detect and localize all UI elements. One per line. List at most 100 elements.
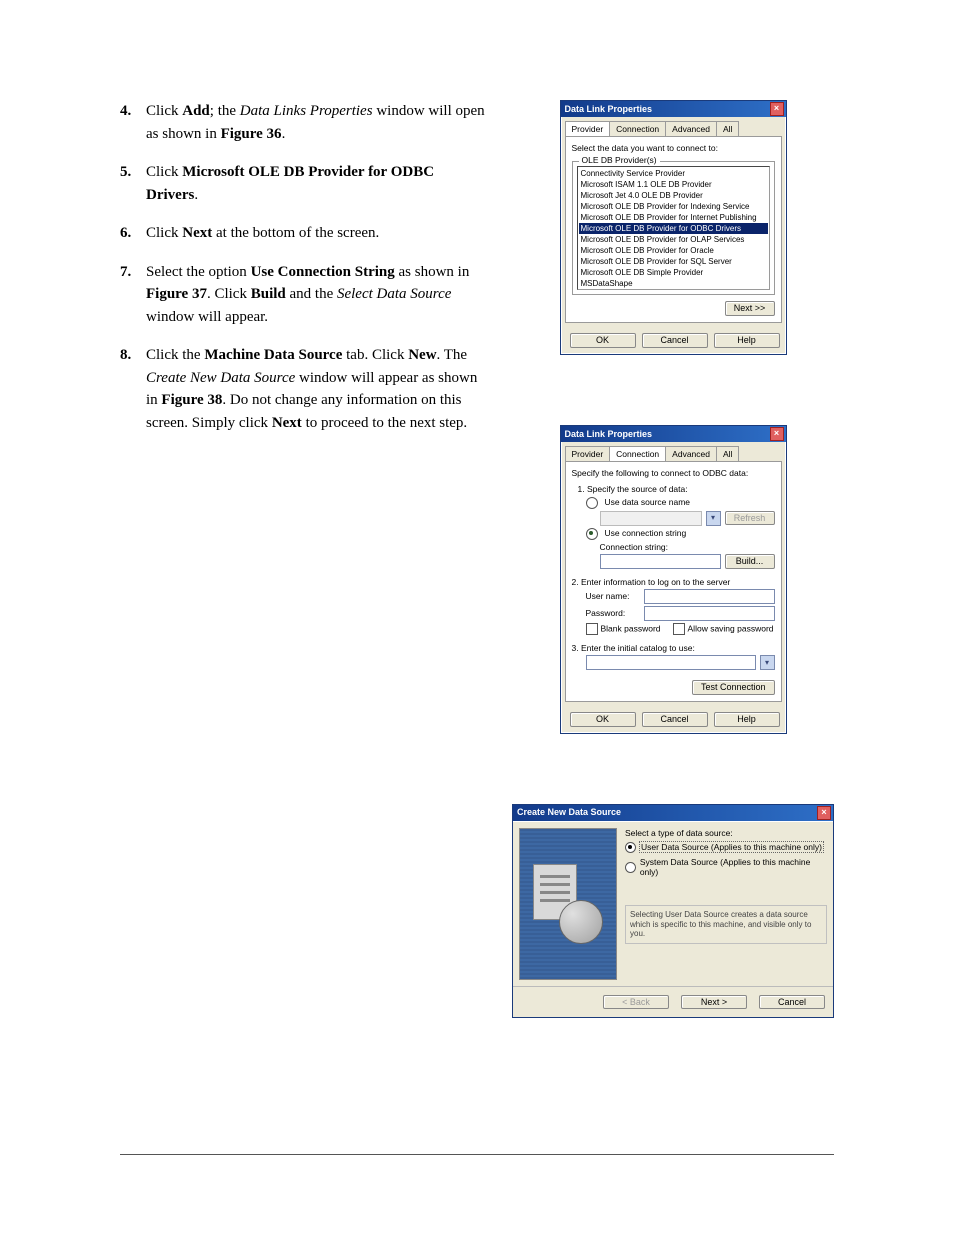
- footer-rule: [120, 1154, 834, 1155]
- use-connection-string-radio-row[interactable]: Use connection string: [572, 528, 775, 540]
- use-dsn-label: Use data source name: [605, 497, 691, 507]
- chevron-down-icon: ▾: [706, 511, 721, 526]
- chevron-down-icon[interactable]: ▾: [760, 655, 775, 670]
- refresh-button: Refresh: [725, 511, 775, 526]
- screenshot-column: Data Link Properties × ProviderConnectio…: [512, 100, 834, 1018]
- tab-provider[interactable]: Provider: [565, 121, 611, 136]
- create-new-data-source-dialog: Create New Data Source × Select a type o…: [512, 804, 834, 1019]
- ok-button[interactable]: OK: [570, 712, 636, 727]
- close-icon[interactable]: ×: [770, 102, 784, 116]
- provider-list-item[interactable]: Microsoft ISAM 1.1 OLE DB Provider: [579, 179, 768, 190]
- tab-connection[interactable]: Connection: [609, 121, 666, 136]
- blank-password-checkbox[interactable]: Blank password: [586, 623, 661, 635]
- radio-icon: [625, 842, 636, 853]
- tab-advanced[interactable]: Advanced: [665, 121, 717, 136]
- instruction-column: 4.Click Add; the Data Links Properties w…: [120, 100, 488, 450]
- provider-listbox[interactable]: Connectivity Service ProviderMicrosoft I…: [577, 166, 770, 290]
- tab-provider[interactable]: Provider: [565, 446, 611, 461]
- connection-string-label: Connection string:: [572, 542, 775, 552]
- step-number: 8.: [120, 344, 146, 367]
- system-data-source-label: System Data Source (Applies to this mach…: [640, 857, 827, 877]
- provider-list-item[interactable]: Connectivity Service Provider: [579, 168, 768, 179]
- section-1-label: 1. Specify the source of data:: [578, 484, 775, 494]
- help-button[interactable]: Help: [714, 333, 780, 348]
- step-number: 4.: [120, 100, 146, 123]
- help-button[interactable]: Help: [714, 712, 780, 727]
- dialog-titlebar: Create New Data Source ×: [513, 805, 833, 821]
- radio-icon: [586, 528, 598, 540]
- initial-catalog-combo[interactable]: [586, 655, 756, 670]
- provider-list-item[interactable]: Microsoft OLE DB Provider for Indexing S…: [579, 201, 768, 212]
- cancel-button[interactable]: Cancel: [759, 995, 825, 1010]
- provider-list-item[interactable]: MSDataShape: [579, 278, 768, 289]
- document-page: 4.Click Add; the Data Links Properties w…: [0, 0, 954, 1235]
- use-dsn-radio-row[interactable]: Use data source name: [572, 497, 775, 509]
- provider-list-item[interactable]: Microsoft OLE DB Provider for Internet P…: [579, 212, 768, 223]
- user-data-source-label: User Data Source (Applies to this machin…: [640, 842, 823, 852]
- provider-list-item[interactable]: Microsoft OLE DB Provider for SQL Server: [579, 256, 768, 267]
- dialog-panel: Select the data you want to connect to: …: [565, 136, 782, 323]
- dialog-tabs: ProviderConnectionAdvancedAll: [561, 442, 786, 461]
- connection-string-input[interactable]: [600, 554, 721, 569]
- step-number: 7.: [120, 261, 146, 284]
- step-body: Click Microsoft OLE DB Provider for ODBC…: [146, 161, 488, 206]
- data-link-properties-provider-dialog: Data Link Properties × ProviderConnectio…: [560, 100, 787, 355]
- provider-list-item[interactable]: OLE DB Provider for Microsoft Directory …: [579, 289, 768, 290]
- step-body: Click Next at the bottom of the screen.: [146, 222, 488, 245]
- next-button[interactable]: Next >>: [725, 301, 775, 316]
- user-data-source-radio[interactable]: User Data Source (Applies to this machin…: [625, 842, 827, 853]
- close-icon[interactable]: ×: [770, 427, 784, 441]
- back-button: < Back: [603, 995, 669, 1010]
- radio-icon: [625, 862, 636, 873]
- instruction-step: 4.Click Add; the Data Links Properties w…: [120, 100, 488, 145]
- step-number: 6.: [120, 222, 146, 245]
- dsn-combo: [600, 511, 702, 526]
- provider-list-item[interactable]: Microsoft OLE DB Provider for Oracle: [579, 245, 768, 256]
- cancel-button[interactable]: Cancel: [642, 712, 708, 727]
- step-body: Click Add; the Data Links Properties win…: [146, 100, 488, 145]
- next-button[interactable]: Next >: [681, 995, 747, 1010]
- allow-saving-password-checkbox[interactable]: Allow saving password: [673, 623, 774, 635]
- provider-list-item[interactable]: Microsoft Jet 4.0 OLE DB Provider: [579, 190, 768, 201]
- tab-all[interactable]: All: [716, 121, 739, 136]
- ok-button[interactable]: OK: [570, 333, 636, 348]
- password-input[interactable]: [644, 606, 775, 621]
- use-conn-label: Use connection string: [605, 528, 687, 538]
- prompt-text: Select the data you want to connect to:: [572, 143, 775, 153]
- dialog-button-row: < Back Next > Cancel: [513, 986, 833, 1018]
- wizard-art: [519, 828, 617, 980]
- provider-list-item[interactable]: Microsoft OLE DB Provider for OLAP Servi…: [579, 234, 768, 245]
- instruction-step: 8.Click the Machine Data Source tab. Cli…: [120, 344, 488, 434]
- section-2-label: 2. Enter information to log on to the se…: [572, 577, 775, 587]
- intro-text: Specify the following to connect to ODBC…: [572, 468, 775, 478]
- document-globe-icon: [533, 864, 603, 944]
- instruction-step: 5.Click Microsoft OLE DB Provider for OD…: [120, 161, 488, 206]
- test-connection-button[interactable]: Test Connection: [692, 680, 775, 695]
- dialog-title: Data Link Properties: [565, 104, 653, 115]
- password-label: Password:: [586, 608, 640, 618]
- description-text: Selecting User Data Source creates a dat…: [625, 905, 827, 944]
- checkbox-icon: [673, 623, 685, 635]
- dialog-panel: Specify the following to connect to ODBC…: [565, 461, 782, 702]
- close-icon[interactable]: ×: [817, 806, 831, 820]
- step-number: 5.: [120, 161, 146, 184]
- instruction-step: 6.Click Next at the bottom of the screen…: [120, 222, 488, 245]
- system-data-source-radio[interactable]: System Data Source (Applies to this mach…: [625, 857, 827, 877]
- dialog-titlebar: Data Link Properties ×: [561, 426, 786, 442]
- build-button[interactable]: Build...: [725, 554, 775, 569]
- dialog-title: Data Link Properties: [565, 429, 653, 440]
- tab-connection[interactable]: Connection: [609, 446, 666, 461]
- section-3-label: 3. Enter the initial catalog to use:: [572, 643, 775, 653]
- cancel-button[interactable]: Cancel: [642, 333, 708, 348]
- groupbox-label: OLE DB Provider(s): [579, 155, 660, 165]
- dialog-button-row: OK Cancel Help: [561, 706, 786, 733]
- dialog-tabs: ProviderConnectionAdvancedAll: [561, 117, 786, 136]
- provider-list-item[interactable]: Microsoft OLE DB Provider for ODBC Drive…: [579, 223, 768, 234]
- username-label: User name:: [586, 591, 640, 601]
- username-input[interactable]: [644, 589, 775, 604]
- provider-list-item[interactable]: Microsoft OLE DB Simple Provider: [579, 267, 768, 278]
- tab-all[interactable]: All: [716, 446, 739, 461]
- step-body: Select the option Use Connection String …: [146, 261, 488, 329]
- data-link-properties-connection-dialog: Data Link Properties × ProviderConnectio…: [560, 425, 787, 734]
- tab-advanced[interactable]: Advanced: [665, 446, 717, 461]
